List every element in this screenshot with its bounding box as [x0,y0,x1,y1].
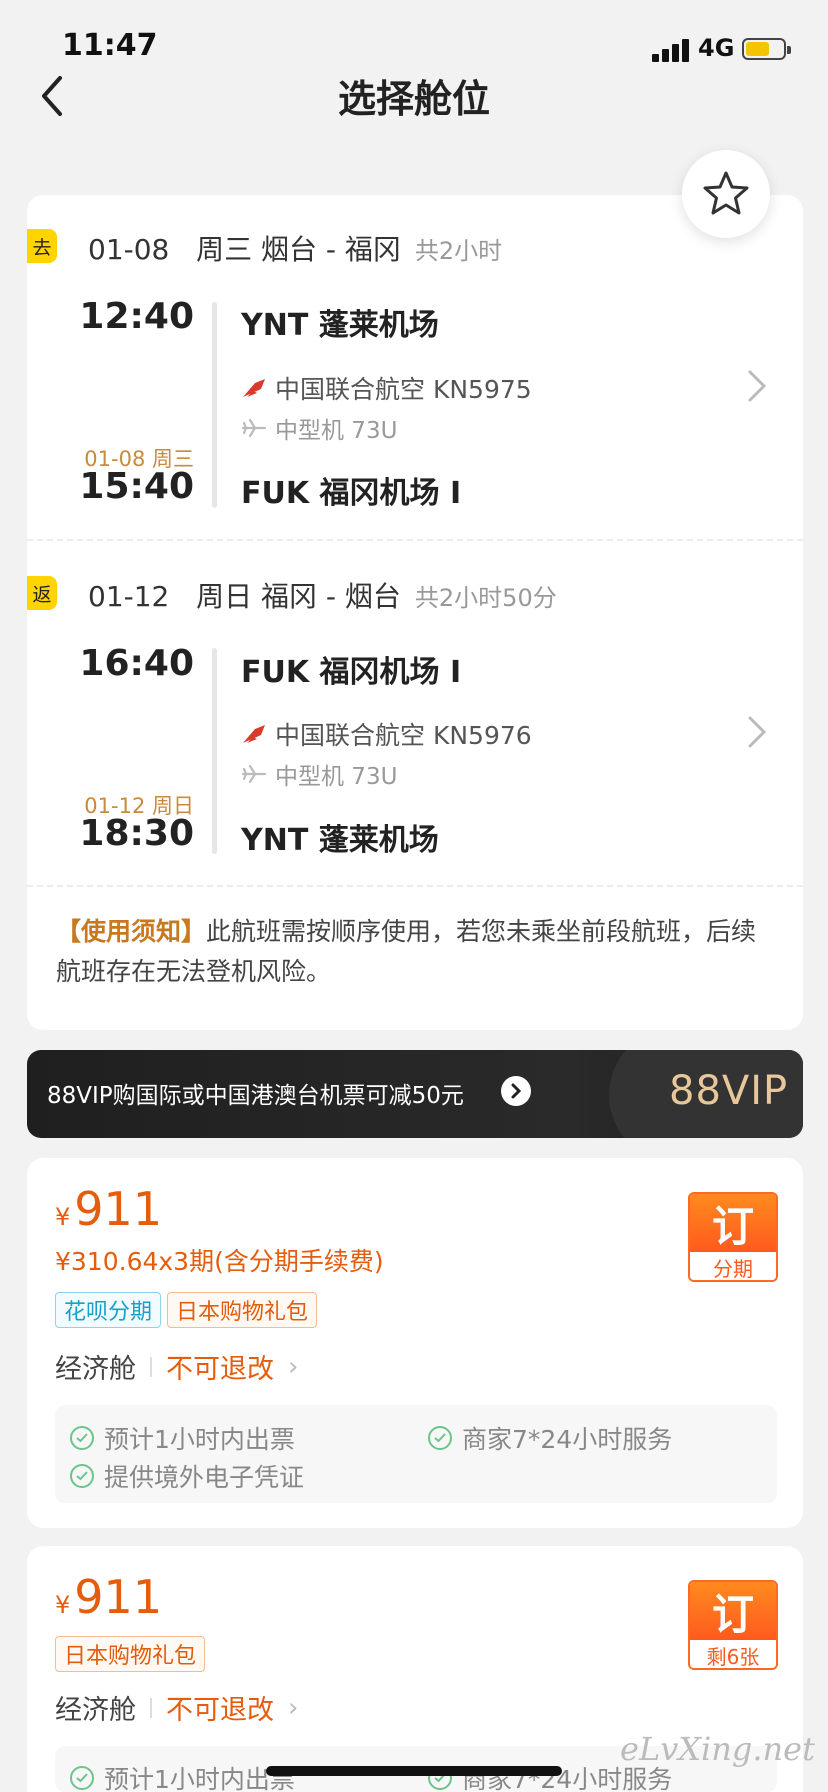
installment-text: ¥310.64x3期(含分期手续费) [55,1247,384,1276]
badge-gift: 日本购物礼包 [167,1292,318,1328]
network-label: 4G [698,34,735,62]
star-icon [703,171,749,215]
divider [27,885,803,887]
outbound-airline: 中国联合航空 KN5975 [241,370,532,406]
watermark: eLvXing.net [620,1730,815,1768]
offer-badges: 日本购物礼包 [55,1636,206,1672]
check-icon [70,1464,94,1488]
outbound-arr-time: 15:40 [79,466,194,507]
usage-notice: 【使用须知】此航班需按顺序使用，若您未乘坐前段航班，后续航班存在无法登机风险。 [56,912,772,992]
feature-item: 预计1小时内出票 [70,1760,295,1792]
return-dep-airport: FUK 福冈机场 I [241,655,462,690]
offer-badges: 花呗分期 日本购物礼包 [55,1292,318,1328]
offer-price: ¥911 [55,1570,163,1624]
airline-logo-icon [243,379,265,397]
chevron-right-icon [748,716,767,748]
check-icon [70,1766,94,1790]
badge-gift: 日本购物礼包 [55,1636,206,1672]
cabin-rule[interactable]: 经济舱 不可退改 › [55,1347,298,1386]
return-aircraft: 中型机 73U [241,757,397,791]
feature-item: 预计1小时内出票 [70,1420,295,1456]
outbound-arr-airport: FUK 福冈机场 I [241,476,462,511]
outbound-aircraft: 中型机 73U [241,411,397,445]
outbound-dep-time: 12:40 [79,296,194,337]
book-button[interactable]: 订 剩6张 [688,1580,778,1670]
home-indicator [266,1766,562,1776]
divider [27,539,803,541]
timeline [212,302,217,508]
outbound-route: 01-08 周三 烟台 - 福冈 共2小时 [88,233,503,266]
badge-huabei: 花呗分期 [55,1292,162,1328]
return-route: 01-12 周日 福冈 - 烟台 共2小时50分 [88,580,557,613]
return-detail-button[interactable] [746,714,768,754]
plane-icon [241,764,267,784]
favorite-button[interactable] [682,150,770,238]
return-arr-time: 18:30 [79,813,194,854]
signal-icon [652,38,692,62]
return-dep-time: 16:40 [79,643,194,684]
page-title: 选择舱位 [337,77,490,121]
battery-icon [742,38,791,60]
book-button[interactable]: 订 分期 [688,1192,778,1282]
timeline [212,648,217,854]
return-tag: 返 [27,576,57,610]
feature-item: 提供境外电子凭证 [70,1458,304,1494]
outbound-tag: 去 [27,229,57,263]
notice-label: 【使用须知】 [56,917,207,946]
offer-price: ¥911 [55,1182,163,1236]
return-arr-airport: YNT 蓬莱机场 [241,823,439,858]
check-icon [70,1426,94,1450]
vip-banner[interactable]: 88VIP购国际或中国港澳台机票可减50元 88VIP [27,1050,803,1138]
return-airline: 中国联合航空 KN5976 [241,716,532,752]
cabin-rule[interactable]: 经济舱 不可退改 › [55,1688,298,1727]
plane-icon [241,418,267,438]
arrow-right-icon [501,1076,531,1106]
vip-banner-text: 88VIP购国际或中国港澳台机票可减50元 [47,1083,464,1109]
check-icon [428,1426,452,1450]
outbound-detail-button[interactable] [746,368,768,408]
chevron-right-icon: › [288,1692,299,1723]
chevron-right-icon: › [288,1351,299,1382]
outbound-dep-airport: YNT 蓬莱机场 [241,308,439,343]
vip-logo: 88VIP [669,1068,789,1114]
airline-logo-icon [243,725,265,743]
chevron-right-icon [748,370,767,402]
feature-item: 商家7*24小时服务 [428,1420,672,1456]
status-time: 11:47 [62,28,158,63]
